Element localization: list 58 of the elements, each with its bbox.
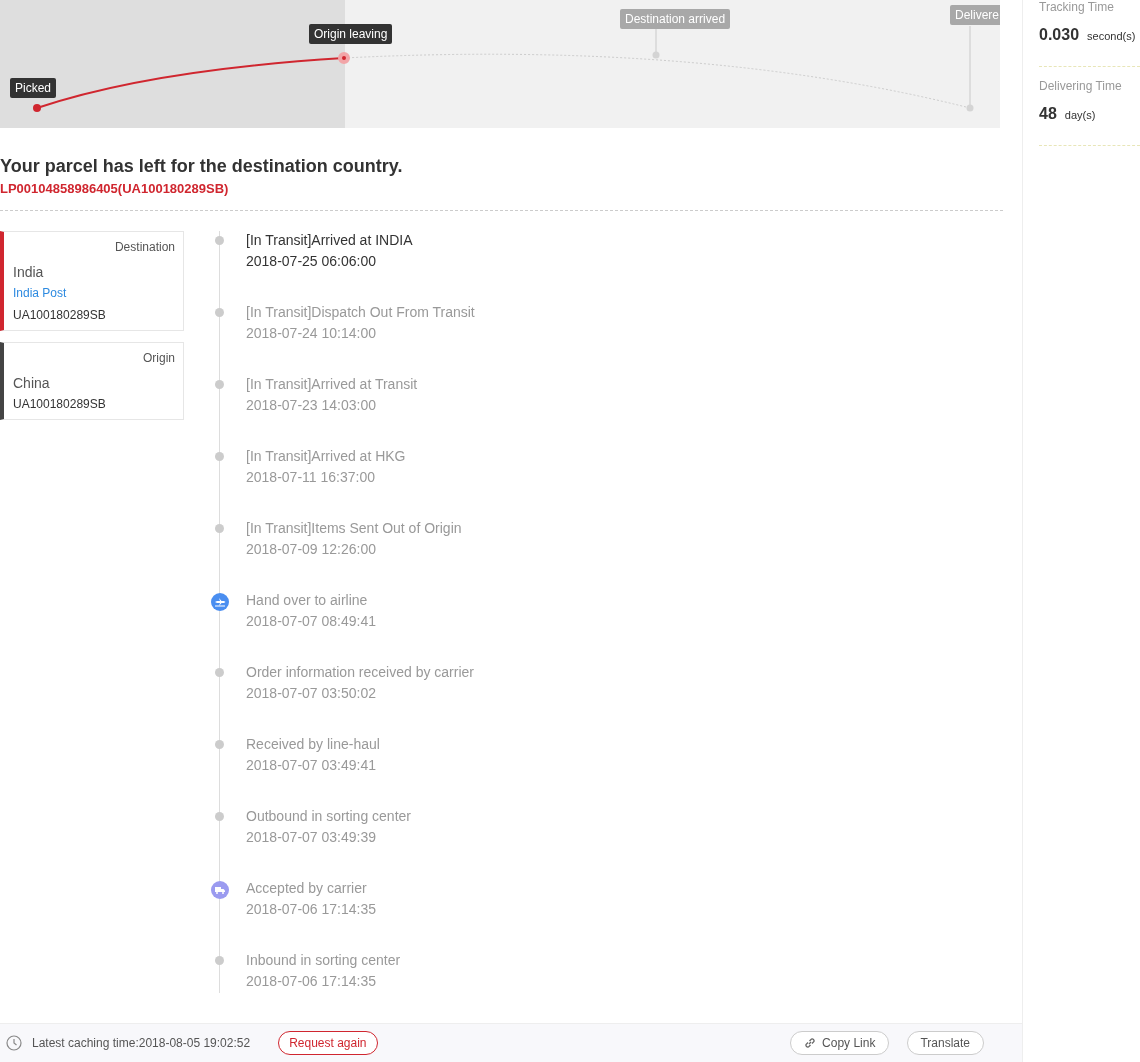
copy-link-button[interactable]: Copy Link: [790, 1031, 890, 1055]
event-time: 2018-07-23 14:03:00: [246, 396, 377, 414]
stat-unit: second(s): [1087, 30, 1136, 42]
timeline-dot: [215, 452, 224, 461]
country-name: China: [13, 375, 50, 391]
tracking-number: LP00104858986405(UA100180289SB): [0, 181, 230, 196]
timeline-dot: [215, 740, 224, 749]
timeline-dot: [215, 668, 224, 677]
airplane-icon: [211, 593, 229, 611]
event-description: Inbound in sorting center: [246, 951, 401, 969]
event-time: 2018-07-25 06:06:00: [246, 252, 377, 270]
timeline-dot: [215, 956, 224, 965]
event-description: [In Transit]Dispatch Out From Transit: [246, 303, 475, 321]
timeline-dot: [215, 308, 224, 317]
event-description: [In Transit]Arrived at INDIA: [246, 231, 413, 249]
clock-icon: [6, 1035, 22, 1051]
event-time: 2018-07-07 03:50:02: [246, 684, 377, 702]
truck-icon: [211, 881, 229, 899]
event-description: Outbound in sorting center: [246, 807, 411, 825]
timeline-dot: [215, 812, 224, 821]
card-tracking-number: UA100180289SB: [13, 308, 106, 322]
stat-unit: day(s): [1064, 109, 1096, 121]
card-tracking-number: UA100180289SB: [13, 397, 106, 411]
event-description: [In Transit]Items Sent Out of Origin: [246, 519, 462, 537]
event-description: Order information received by carrier: [246, 663, 474, 681]
country-name: India: [13, 264, 44, 280]
event-time: 2018-07-24 10:14:00: [246, 324, 377, 342]
milestone-label: Picked: [10, 78, 57, 98]
event-description: Hand over to airline: [246, 591, 369, 609]
caching-time: Latest caching time:2018-08-05 19:02:52: [32, 1036, 251, 1050]
timeline-dot: [215, 380, 224, 389]
milestone-label: Origin leaving: [309, 24, 393, 44]
stat-value: 0.030: [1039, 26, 1080, 44]
event-description: [In Transit]Arrived at HKG: [246, 447, 406, 465]
event-description: Received by line-haul: [246, 735, 380, 753]
card-heading: Destination: [114, 240, 175, 254]
event-description: [In Transit]Arrived at Transit: [246, 375, 418, 393]
timeline-dot: [215, 236, 224, 245]
event-description: Accepted by carrier: [246, 879, 368, 897]
event-time: 2018-07-06 17:14:35: [246, 972, 377, 990]
event-time: 2018-07-07 03:49:39: [246, 828, 377, 846]
timeline-dot: [215, 524, 224, 533]
translate-button[interactable]: Translate: [907, 1031, 984, 1055]
event-time: 2018-07-06 17:14:35: [246, 900, 376, 918]
stat-label: Delivering Time: [1039, 79, 1123, 93]
request-again-button[interactable]: Request again: [278, 1031, 378, 1055]
card-heading: Origin: [143, 351, 175, 365]
carrier-link[interactable]: India Post: [13, 286, 67, 300]
milestone-label: Destination arrived: [620, 9, 731, 29]
event-time: 2018-07-07 08:49:41: [246, 612, 376, 630]
event-time: 2018-07-11 16:37:00: [246, 468, 376, 486]
status-title: Your parcel has left for the destination country.: [0, 156, 404, 177]
milestone-label: Delivere: [950, 5, 1000, 25]
event-time: 2018-07-09 12:26:00: [246, 540, 377, 558]
event-time: 2018-07-07 03:49:41: [246, 756, 377, 774]
stat-label: Tracking Time: [1039, 0, 1115, 14]
stat-value: 48: [1039, 105, 1057, 123]
link-icon: [803, 1036, 818, 1050]
